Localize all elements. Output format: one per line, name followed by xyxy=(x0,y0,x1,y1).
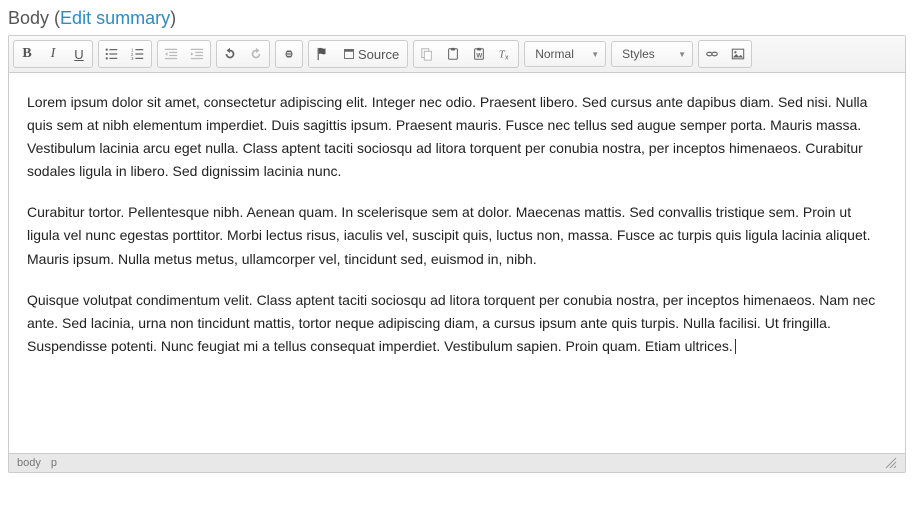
source-icon xyxy=(343,48,355,60)
editor-bottom-bar: body p xyxy=(9,453,905,472)
chevron-down-icon: ▼ xyxy=(591,50,599,59)
paragraph: Lorem ipsum dolor sit amet, consectetur … xyxy=(27,91,887,183)
chevron-down-icon: ▼ xyxy=(678,50,686,59)
field-label-text: Body xyxy=(8,8,49,28)
elements-path: body p xyxy=(17,457,57,469)
styles-dropdown[interactable]: Styles ▼ xyxy=(611,41,693,67)
remove-format-icon: Tx xyxy=(498,47,512,61)
undo-icon xyxy=(223,47,237,61)
bold-icon: B xyxy=(22,46,31,62)
resize-icon xyxy=(885,457,897,469)
numbered-list-icon: 123 xyxy=(131,47,145,61)
media-button[interactable] xyxy=(699,41,725,67)
underline-button[interactable]: U xyxy=(66,41,92,67)
link-button[interactable] xyxy=(276,41,302,67)
toolbar-group-indent xyxy=(157,40,211,68)
image-icon xyxy=(731,47,745,61)
format-dropdown[interactable]: Normal ▼ xyxy=(524,41,606,67)
indent-button[interactable] xyxy=(184,41,210,67)
svg-text:x: x xyxy=(505,54,509,61)
undo-button[interactable] xyxy=(217,41,243,67)
italic-icon: I xyxy=(51,46,56,62)
resize-handle[interactable] xyxy=(885,457,897,469)
toolbar-group-clipboard: W Tx xyxy=(413,40,519,68)
bulleted-list-button[interactable] xyxy=(99,41,125,67)
toolbar-group-insert: Source xyxy=(308,40,408,68)
numbered-list-button[interactable]: 123 xyxy=(125,41,151,67)
redo-button[interactable] xyxy=(243,41,269,67)
text-cursor xyxy=(735,339,736,354)
styles-dropdown-label: Styles xyxy=(622,47,670,61)
toolbar-group-undo xyxy=(216,40,270,68)
path-item-p[interactable]: p xyxy=(51,457,57,469)
outdent-button[interactable] xyxy=(158,41,184,67)
paste-from-word-icon: W xyxy=(472,47,486,61)
field-label: Body (Edit summary) xyxy=(8,8,906,29)
paste-icon xyxy=(446,47,460,61)
indent-icon xyxy=(190,47,204,61)
paragraph: Curabitur tortor. Pellentesque nibh. Aen… xyxy=(27,201,887,270)
toolbar-group-links xyxy=(275,40,303,68)
source-button-label: Source xyxy=(358,47,399,62)
anchor-button[interactable] xyxy=(309,41,335,67)
rich-text-editor: B I U 123 xyxy=(8,35,906,473)
flag-icon xyxy=(315,47,329,61)
svg-text:W: W xyxy=(477,53,483,60)
toolbar-group-list: 123 xyxy=(98,40,152,68)
paste-button[interactable] xyxy=(440,41,466,67)
outdent-icon xyxy=(164,47,178,61)
remove-format-button[interactable]: Tx xyxy=(492,41,518,67)
editor-content[interactable]: Lorem ipsum dolor sit amet, consectetur … xyxy=(9,73,905,453)
svg-text:3: 3 xyxy=(131,56,134,61)
paste-from-word-button[interactable]: W xyxy=(466,41,492,67)
editor-toolbar: B I U 123 xyxy=(9,36,905,73)
image-button[interactable] xyxy=(725,41,751,67)
redo-icon xyxy=(249,47,263,61)
paragraph: Quisque volutpat condimentum velit. Clas… xyxy=(27,289,887,358)
link-icon xyxy=(282,47,296,61)
toolbar-group-tools xyxy=(698,40,752,68)
copy-icon xyxy=(420,47,434,61)
edit-summary-link[interactable]: Edit summary xyxy=(60,8,170,28)
link-alt-icon xyxy=(705,47,719,61)
toolbar-group-basicstyles: B I U xyxy=(13,40,93,68)
format-dropdown-label: Normal xyxy=(535,47,583,61)
italic-button[interactable]: I xyxy=(40,41,66,67)
source-button[interactable]: Source xyxy=(335,41,407,67)
path-item-body[interactable]: body xyxy=(17,457,41,469)
underline-icon: U xyxy=(74,47,83,62)
bold-button[interactable]: B xyxy=(14,41,40,67)
bulleted-list-icon xyxy=(105,47,119,61)
copy-button[interactable] xyxy=(414,41,440,67)
